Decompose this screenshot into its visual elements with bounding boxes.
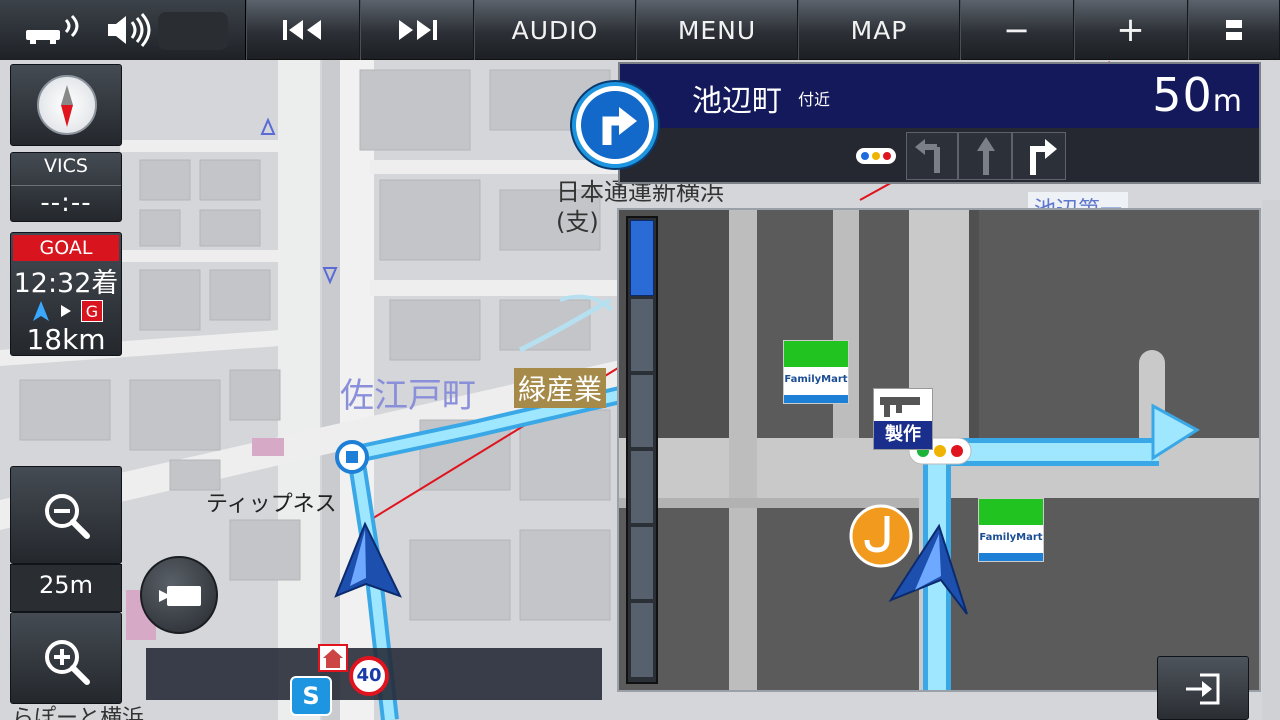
camera-icon [159,586,201,606]
goal-direction-indicator: G [31,299,115,323]
map-scale: 25m [10,564,122,612]
lane-left [906,132,958,180]
zoom-minus-button[interactable]: − [960,0,1074,60]
guidance-header: 池辺町 付近 50m [620,64,1259,128]
compass-button[interactable] [10,64,122,146]
lane-straight [958,132,1012,180]
intersection-zoom-view[interactable]: FamilyMart FamilyMart 製作 [617,208,1261,692]
menu-button[interactable]: MENU [636,0,798,60]
status-indicator [158,12,228,50]
guidance-distance-unit: m [1212,84,1243,119]
guidance-panel[interactable]: 池辺町 付近 50m [618,62,1261,184]
map-company-sub-label: (支) [556,208,599,236]
goal-arrival-time: 12:32着 [13,268,119,299]
zoom-out-icon [45,494,90,539]
zoom-in-icon [45,640,90,685]
goal-panel[interactable]: GOAL 12:32着 G 18km [10,232,122,356]
familymart-label-2: FamilyMart [979,532,1043,543]
goal-label: GOAL [13,235,119,261]
zoom-plus-button[interactable]: + [1074,0,1188,60]
map-button[interactable]: MAP [798,0,960,60]
vics-panel[interactable]: VICS --:-- [10,152,122,222]
lane-straight-icon [977,137,995,175]
exit-icon [1186,673,1220,705]
intersection-canvas [619,210,1259,690]
guidance-distance: 50m [1152,68,1243,122]
lane-left-turn-icon [915,139,940,173]
split-icon [1226,20,1242,40]
status-area [0,0,246,60]
familymart-label: FamilyMart [784,374,848,385]
speed-limit-sign: 40 [349,656,389,696]
scale-label: 25m [39,571,93,599]
turn-direction-badge [572,82,658,168]
volume-icon [108,13,151,47]
map-poi-label: 緑産業 [514,368,607,408]
top-bar: AUDIO MENU MAP − + [0,0,1280,60]
goal-marker: G [81,300,103,322]
traffic-light-icon [856,148,896,164]
skip-back-icon [283,20,321,40]
turn-right-icon [581,91,649,159]
skip-forward-icon [399,20,437,40]
zoom-in-button[interactable] [10,612,122,704]
exit-zoom-view-button[interactable] [1157,656,1249,720]
guidance-near-label: 付近 [798,90,831,109]
vics-value: --:-- [11,185,121,218]
house-icon [318,644,348,672]
audio-button[interactable]: AUDIO [474,0,636,60]
lane-right-turn-icon [1030,139,1057,175]
compass-icon [37,75,97,135]
station-sign: S [290,676,332,716]
factory-label: 製作 [874,421,932,449]
map-area-label: 佐江戸町 [340,376,476,416]
familymart-icon-2: FamilyMart [978,498,1044,562]
zoom-out-button[interactable] [10,466,122,564]
distance-progress-bar [626,216,658,684]
screen-split-button[interactable] [1188,0,1280,60]
factory-icon: 製作 [873,388,933,450]
map-shop-label: ティップネス [206,492,337,517]
previous-track-button[interactable] [246,0,360,60]
guidance-place: 池辺町 [692,84,782,119]
camera-button[interactable] [140,556,218,634]
familymart-icon: FamilyMart [783,340,849,404]
guidance-distance-value: 50 [1152,68,1213,122]
lane-right-active [1012,132,1066,180]
signal-icon [26,14,79,44]
goal-distance: 18km [26,323,106,356]
next-track-button[interactable] [360,0,474,60]
vics-label: VICS [44,155,88,177]
